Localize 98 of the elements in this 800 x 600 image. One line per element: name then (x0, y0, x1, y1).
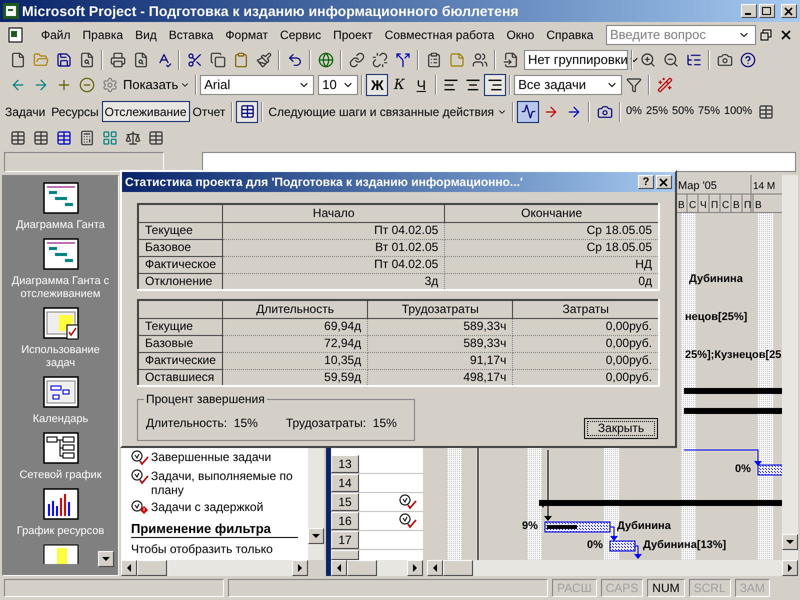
italic-button[interactable]: К (388, 74, 410, 96)
view-item[interactable]: Использование задач (6, 307, 116, 370)
bar-label: 0% (735, 463, 751, 475)
font-field[interactable]: Arial (200, 75, 314, 95)
filter-field[interactable]: Все задачи (514, 75, 622, 95)
row-header: Текущее (138, 222, 223, 239)
view-item[interactable]: График ресурсов (6, 488, 116, 538)
table-cell: 0,00руб. (512, 318, 659, 335)
row-number: 15 (331, 493, 359, 511)
day-label: С (689, 200, 696, 211)
row-number: 13 (331, 455, 359, 473)
bar-label: 9% (522, 520, 538, 532)
table-cell: Ср 18.05.05 (444, 222, 659, 239)
view-item[interactable]: Календарь (6, 376, 116, 426)
section-heading: Применение фильтра (131, 521, 298, 538)
show-button[interactable]: Показать (121, 75, 192, 95)
next-steps-button[interactable]: Следующие шаги и связанные действия (266, 102, 510, 120)
guide-tab[interactable]: Задачи (2, 101, 48, 122)
percent-complete-button[interactable]: 100% (722, 103, 754, 120)
guide-tab[interactable]: Отслеживание (102, 101, 190, 122)
bar-label: 0% (587, 539, 603, 551)
table-cell: 0,00руб. (512, 352, 659, 369)
table-cell: НД (444, 256, 659, 273)
bar-label: Дубинина (689, 273, 743, 285)
underline-button[interactable]: Ч (410, 74, 432, 96)
column-header: Длительность (222, 300, 368, 318)
table-cell: 72,94д (222, 335, 368, 352)
day-label: С (722, 200, 730, 211)
view-item[interactable]: Диаграмма Ганта с отслеживанием (6, 238, 116, 301)
table-cell: 589,33ч (368, 318, 513, 335)
row-header: Базовые (138, 335, 223, 352)
table-cell: Пт 04.02.05 (222, 222, 445, 239)
menu-item[interactable]: Вставка (164, 26, 218, 44)
table-cell: 91,17ч (368, 352, 513, 369)
menu-item[interactable]: Окно (501, 26, 540, 44)
completion-value: Длительность: 15% (146, 416, 258, 430)
font-size-field[interactable]: 10 (318, 75, 358, 95)
menu-item[interactable]: Совместная работа (380, 26, 500, 44)
menu-item[interactable]: Справка (541, 26, 598, 44)
row-number: 17 (331, 531, 359, 549)
timescale-label: 14 М (753, 181, 776, 192)
table-cell: 69,94д (222, 318, 368, 335)
day-label: В (678, 200, 685, 211)
row-header: Фактические (138, 352, 223, 369)
bold-button[interactable]: Ж (366, 74, 388, 96)
table-cell: 498,17ч (368, 369, 513, 386)
task-filter-link[interactable]: Задачи с задержкой (151, 500, 264, 514)
view-item[interactable]: Диаграмма Ганта (6, 182, 116, 232)
menu-item[interactable]: Вид (130, 26, 162, 44)
bar-label: Дубинина (617, 520, 671, 532)
row-number: 14 (331, 474, 359, 492)
task-filter-link[interactable]: Задачи, выполняемые по плану (151, 469, 298, 497)
menu-item[interactable]: Проект (328, 26, 378, 44)
group-title: Процент завершения (144, 392, 267, 407)
table-cell: 3д (222, 273, 445, 290)
day-label: В (733, 200, 740, 211)
table-cell: 0,00руб. (512, 369, 659, 386)
bar-label: 25%];Кузнецов[25 (685, 349, 782, 361)
bar-label: Дубинина[13%] (643, 539, 726, 551)
column-header: Трудозатраты (368, 300, 513, 318)
guide-tab[interactable]: Ресурсы (48, 101, 102, 122)
table-cell: 59,59д (222, 369, 368, 386)
row-header: Текущие (138, 318, 223, 335)
menu-item[interactable]: Правка (78, 26, 128, 44)
table-cell: Ср 18.05.05 (444, 239, 659, 256)
menu-item[interactable]: Формат (220, 26, 274, 44)
table-cell: 0д (444, 273, 659, 290)
help-text: Чтобы отобразить только (131, 541, 274, 558)
percent-complete-button[interactable]: 50% (670, 103, 696, 120)
menu-item[interactable]: Файл (36, 26, 76, 44)
status-indicator: NUM (647, 579, 685, 597)
timescale-label: Мар '05 (678, 180, 717, 192)
window-title: Microsoft Project - Подготовка к изданию информационного бюллетеня (22, 2, 519, 21)
menu-item[interactable]: Сервис (275, 26, 326, 44)
row-header: Фактическое (138, 256, 223, 273)
day-label: Ч (700, 200, 707, 211)
bar-label: нецов[25%] (685, 311, 748, 323)
guide-tab[interactable]: Отчет (190, 101, 228, 122)
table-cell: Пт 04.02.05 (222, 256, 445, 273)
row-number: 16 (331, 512, 359, 530)
close-dialog-button[interactable]: Закрыть (584, 418, 658, 439)
column-header: Начало (222, 204, 445, 222)
day-label: В (755, 200, 762, 211)
percent-complete-button[interactable]: 25% (644, 103, 670, 120)
percent-complete-button[interactable]: 0% (624, 103, 644, 120)
row-header: Базовое (138, 239, 223, 256)
dialog-title: Статистика проекта для 'Подготовка к изданию информационно...' (125, 174, 523, 191)
help-button[interactable]: ? (638, 175, 654, 189)
table-cell: Вт 01.02.05 (222, 239, 445, 256)
table-cell: 589,33ч (368, 335, 513, 352)
table-cell: 0,00руб. (512, 335, 659, 352)
task-filter-link[interactable]: Завершенные задачи (151, 450, 272, 464)
table-cell: 10,35д (222, 352, 368, 369)
completion-value: Трудозатраты: 15% (286, 416, 397, 430)
day-label: П (744, 200, 752, 211)
view-item[interactable]: Сетевой график (6, 432, 116, 482)
percent-complete-button[interactable]: 75% (696, 103, 722, 120)
day-label: П (711, 200, 718, 211)
